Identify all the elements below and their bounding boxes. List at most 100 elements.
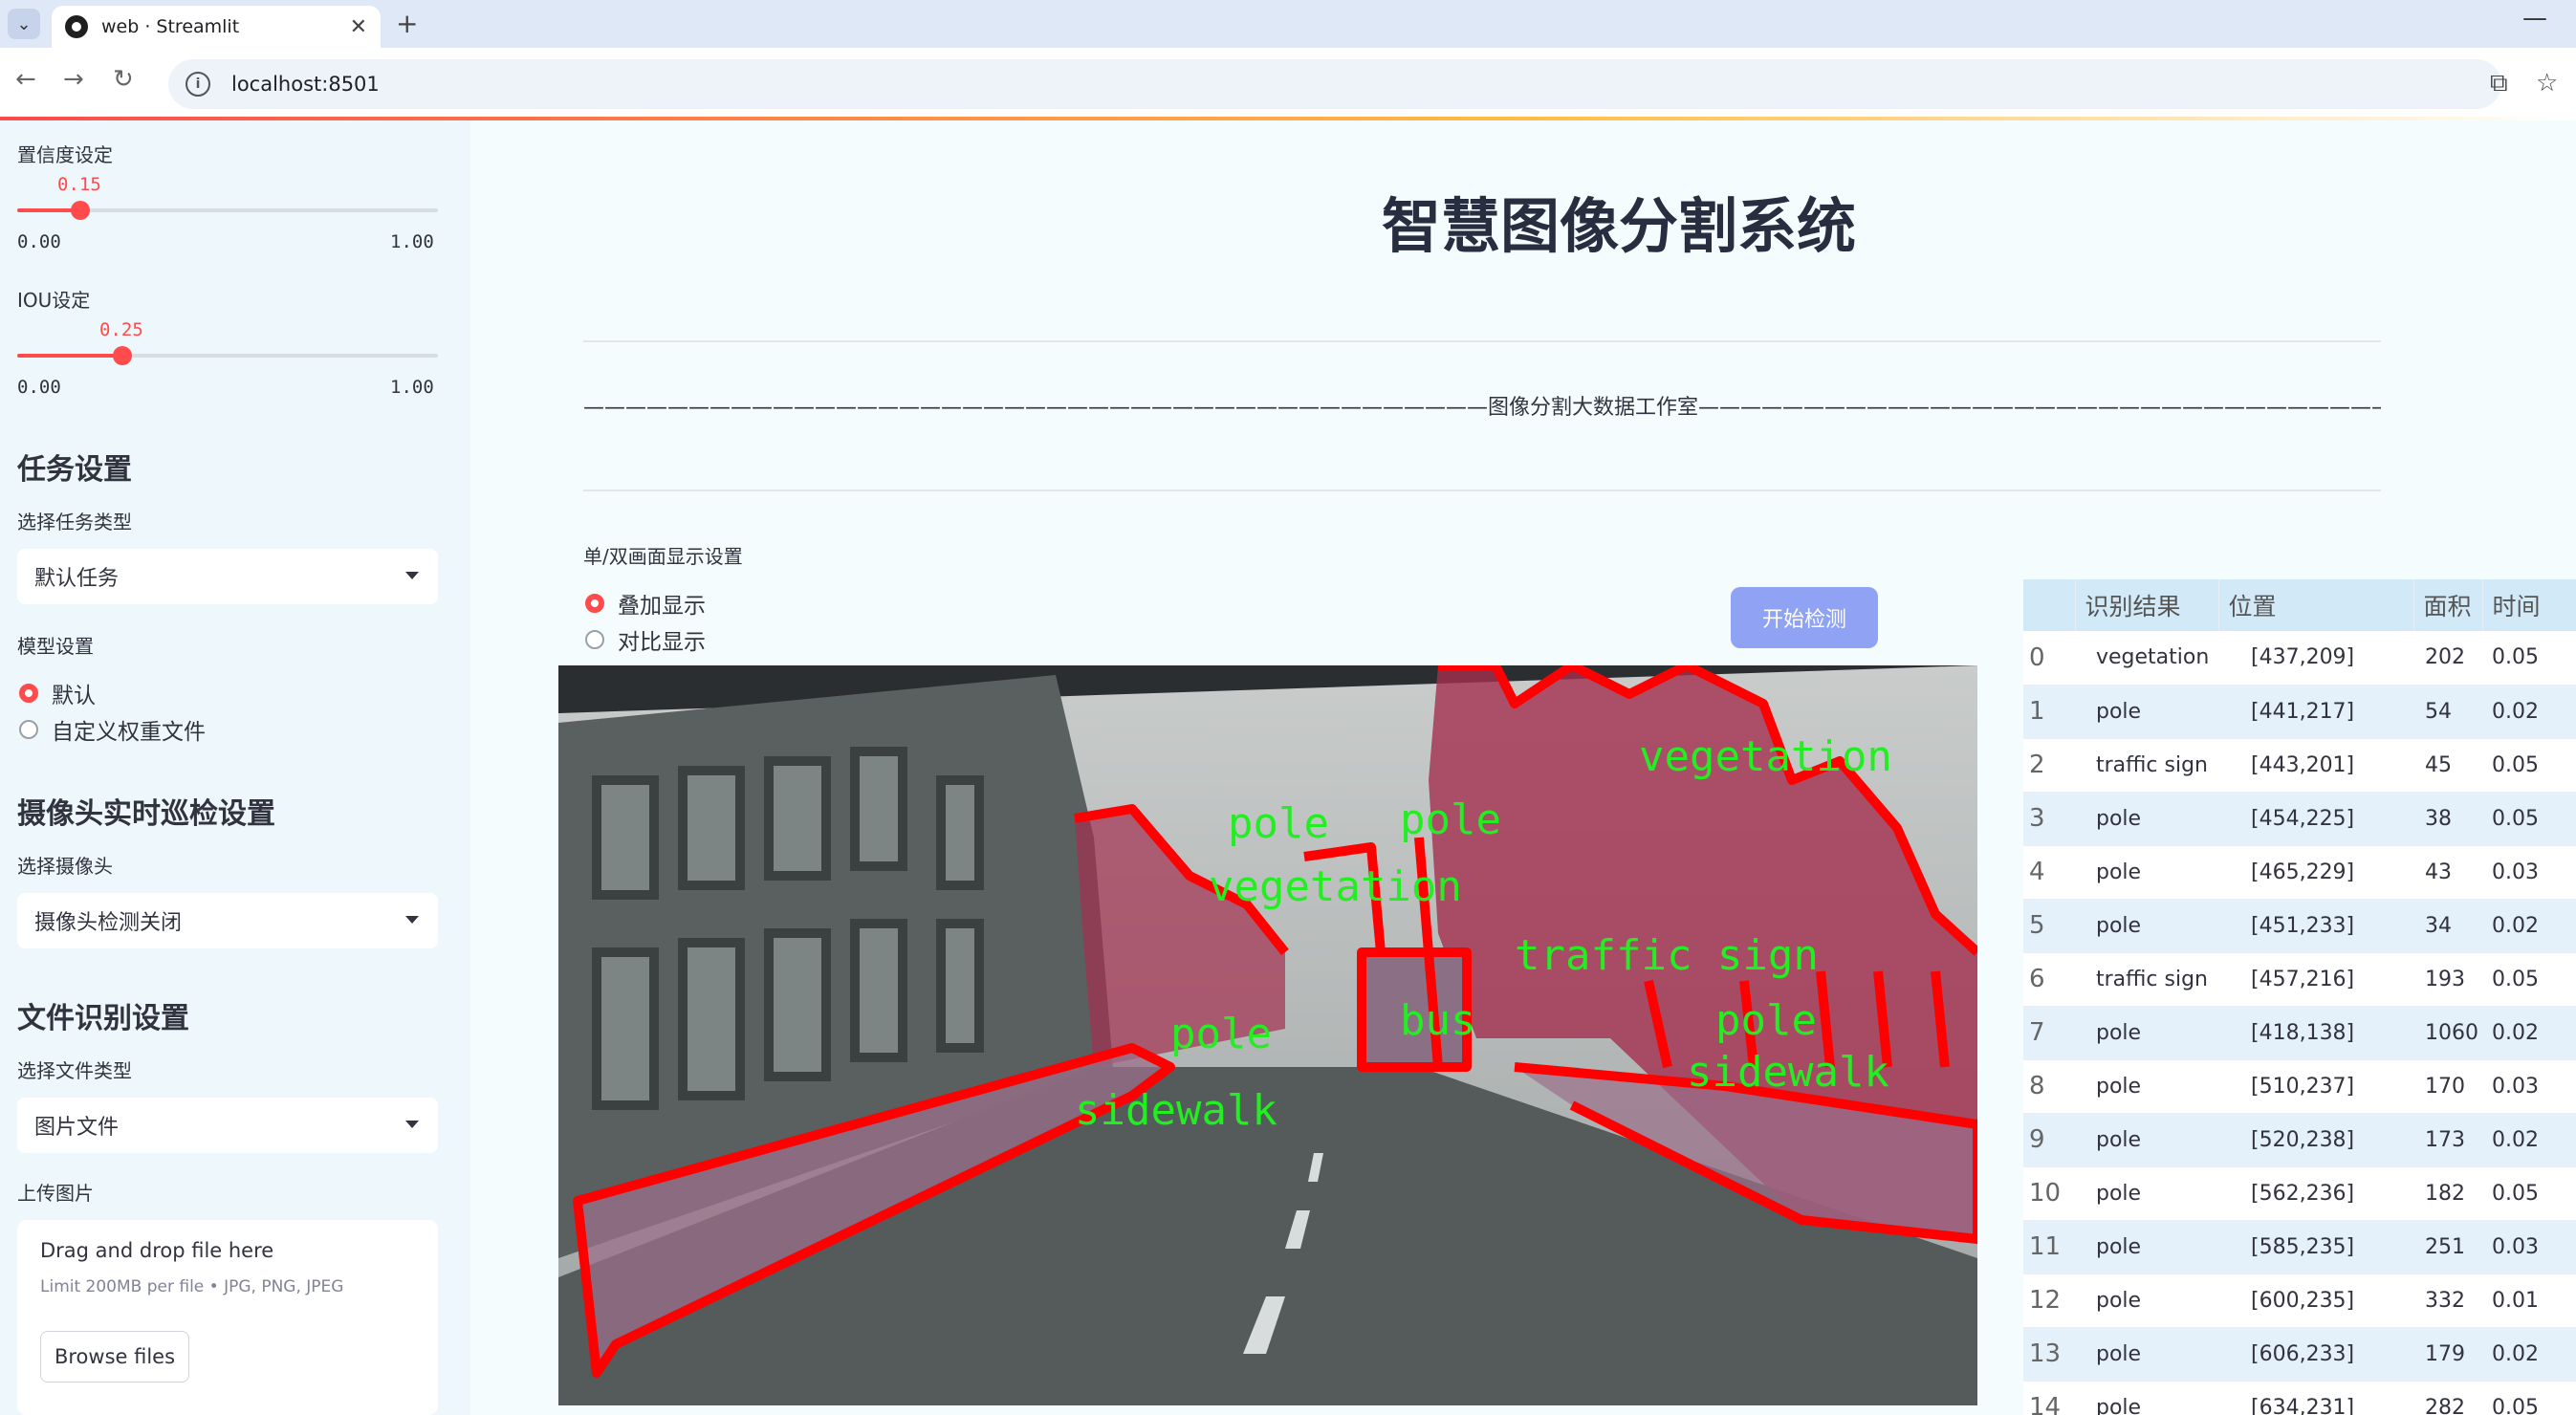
- row-index: 5: [2023, 899, 2075, 953]
- result-time: 0.01: [2482, 1274, 2576, 1328]
- file-dropzone[interactable]: Drag and drop file here Limit 200MB per …: [17, 1220, 438, 1415]
- radio-unselected-icon[interactable]: [19, 720, 38, 739]
- result-area: 38: [2413, 792, 2482, 846]
- result-area: 332: [2413, 1274, 2482, 1328]
- radio-selected-icon[interactable]: [585, 594, 604, 613]
- column-header-index[interactable]: [2023, 579, 2076, 631]
- display-option-overlay[interactable]: 叠加显示: [585, 587, 706, 620]
- window-minimize-icon[interactable]: —: [2522, 4, 2547, 33]
- column-header-result[interactable]: 识别结果: [2075, 579, 2219, 631]
- table-row[interactable]: 12 pole [600,235] 332 0.01: [2023, 1274, 2576, 1328]
- site-info-icon[interactable]: i: [186, 72, 210, 97]
- bookmark-star-icon[interactable]: ☆: [2536, 69, 2558, 98]
- row-index: 6: [2023, 952, 2075, 1007]
- result-area: 282: [2413, 1381, 2482, 1415]
- radio-unselected-icon[interactable]: [585, 630, 604, 649]
- result-label: pole: [2075, 1220, 2218, 1274]
- result-time: 0.03: [2482, 1059, 2576, 1114]
- column-header-position[interactable]: 位置: [2218, 579, 2414, 631]
- table-row[interactable]: 2 traffic sign [443,201] 45 0.05: [2023, 738, 2576, 793]
- camera-select[interactable]: 摄像头检测关闭: [17, 893, 438, 948]
- start-detection-button[interactable]: 开始检测: [1731, 587, 1878, 648]
- confidence-slider-thumb[interactable]: [71, 201, 90, 220]
- divider: [583, 490, 2381, 491]
- divider: [583, 340, 2381, 342]
- file-type-label: 选择文件类型: [17, 1059, 132, 1082]
- display-option-compare[interactable]: 对比显示: [585, 623, 706, 656]
- forward-arrow-icon[interactable]: →: [63, 65, 84, 94]
- result-label: pole: [2075, 1113, 2218, 1167]
- confidence-label: 置信度设定: [17, 143, 113, 166]
- table-row[interactable]: 8 pole [510,237] 170 0.03: [2023, 1059, 2576, 1114]
- row-index: 3: [2023, 792, 2075, 846]
- chevron-down-icon: [405, 916, 419, 924]
- model-option-default[interactable]: 默认: [19, 677, 96, 709]
- row-index: 4: [2023, 845, 2075, 900]
- table-row[interactable]: 4 pole [465,229] 43 0.03: [2023, 845, 2576, 900]
- result-position: [451,233]: [2218, 899, 2413, 953]
- row-index: 13: [2023, 1327, 2075, 1382]
- back-arrow-icon[interactable]: ←: [15, 65, 36, 94]
- upload-image-label: 上传图片: [17, 1182, 94, 1205]
- overlay-label: pole: [1400, 795, 1501, 844]
- result-position: [510,237]: [2218, 1059, 2413, 1114]
- column-header-time[interactable]: 时间: [2482, 579, 2576, 631]
- browser-tab[interactable]: web · Streamlit ✕: [52, 6, 381, 48]
- task-type-select[interactable]: 默认任务: [17, 549, 438, 604]
- iou-max: 1.00: [390, 377, 434, 398]
- result-label: pole: [2075, 899, 2218, 953]
- result-position: [441,217]: [2218, 685, 2413, 739]
- result-time: 0.02: [2482, 1113, 2576, 1167]
- confidence-min: 0.00: [17, 231, 61, 252]
- row-index: 8: [2023, 1059, 2075, 1114]
- new-tab-plus-icon[interactable]: +: [396, 8, 418, 39]
- table-row[interactable]: 14 pole [634,231] 282 0.05: [2023, 1381, 2576, 1415]
- table-row[interactable]: 11 pole [585,235] 251 0.03: [2023, 1220, 2576, 1274]
- confidence-slider[interactable]: [17, 201, 438, 220]
- file-settings-heading: 文件识别设置: [17, 1002, 189, 1035]
- display-option-label: 对比显示: [618, 630, 706, 655]
- chevron-down-icon: [405, 572, 419, 579]
- result-position: [465,229]: [2218, 845, 2413, 900]
- table-row[interactable]: 6 traffic sign [457,216] 193 0.05: [2023, 952, 2576, 1007]
- file-type-select[interactable]: 图片文件: [17, 1098, 438, 1153]
- tab-search-chevron-icon[interactable]: ⌄: [8, 9, 40, 39]
- overlay-label: bus: [1400, 996, 1475, 1045]
- table-row[interactable]: 3 pole [454,225] 38 0.05: [2023, 792, 2576, 846]
- camera-settings-heading: 摄像头实时巡检设置: [17, 797, 275, 831]
- radio-selected-icon[interactable]: [19, 684, 38, 703]
- result-position: [443,201]: [2218, 738, 2413, 793]
- result-label: pole: [2075, 792, 2218, 846]
- iou-slider-thumb[interactable]: [113, 346, 132, 365]
- column-header-area[interactable]: 面积: [2413, 579, 2483, 631]
- overlay-label: pole: [1170, 1010, 1272, 1058]
- overlay-label: sidewalk: [1687, 1048, 1889, 1097]
- task-type-label: 选择任务类型: [17, 511, 132, 533]
- model-option-label: 默认: [52, 684, 96, 708]
- model-settings-label: 模型设置: [17, 635, 94, 658]
- iou-min: 0.00: [17, 377, 61, 398]
- result-label: traffic sign: [2075, 738, 2218, 793]
- row-index: 14: [2023, 1381, 2075, 1415]
- table-row[interactable]: 0 vegetation [437,209] 202 0.05: [2023, 631, 2576, 686]
- reload-icon[interactable]: ↻: [113, 65, 134, 94]
- table-row[interactable]: 5 pole [451,233] 34 0.02: [2023, 899, 2576, 953]
- table-row[interactable]: 9 pole [520,238] 173 0.02: [2023, 1113, 2576, 1167]
- table-row[interactable]: 13 pole [606,233] 179 0.02: [2023, 1327, 2576, 1382]
- translate-icon[interactable]: ⧉: [2490, 69, 2508, 98]
- result-position: [454,225]: [2218, 792, 2413, 846]
- result-position: [585,235]: [2218, 1220, 2413, 1274]
- tab-close-icon[interactable]: ✕: [350, 15, 367, 39]
- url-omnibox[interactable]: i localhost:8501: [168, 59, 2501, 109]
- row-index: 0: [2023, 631, 2075, 686]
- results-table[interactable]: 识别结果 位置 面积 时间 0 vegetation [437,209] 202 0.0…: [2023, 579, 2576, 1415]
- dropzone-limit: Limit 200MB per file • JPG, PNG, JPEG: [40, 1277, 344, 1296]
- model-option-custom[interactable]: 自定义权重文件: [19, 713, 206, 746]
- table-row[interactable]: 10 pole [562,236] 182 0.05: [2023, 1166, 2576, 1221]
- iou-slider[interactable]: [17, 346, 438, 365]
- table-row[interactable]: 1 pole [441,217] 54 0.02: [2023, 685, 2576, 739]
- confidence-value: 0.15: [57, 174, 101, 195]
- table-row[interactable]: 7 pole [418,138] 1060 0.02: [2023, 1006, 2576, 1060]
- overlay-label: sidewalk: [1075, 1086, 1277, 1135]
- browse-files-button[interactable]: Browse files: [40, 1331, 189, 1382]
